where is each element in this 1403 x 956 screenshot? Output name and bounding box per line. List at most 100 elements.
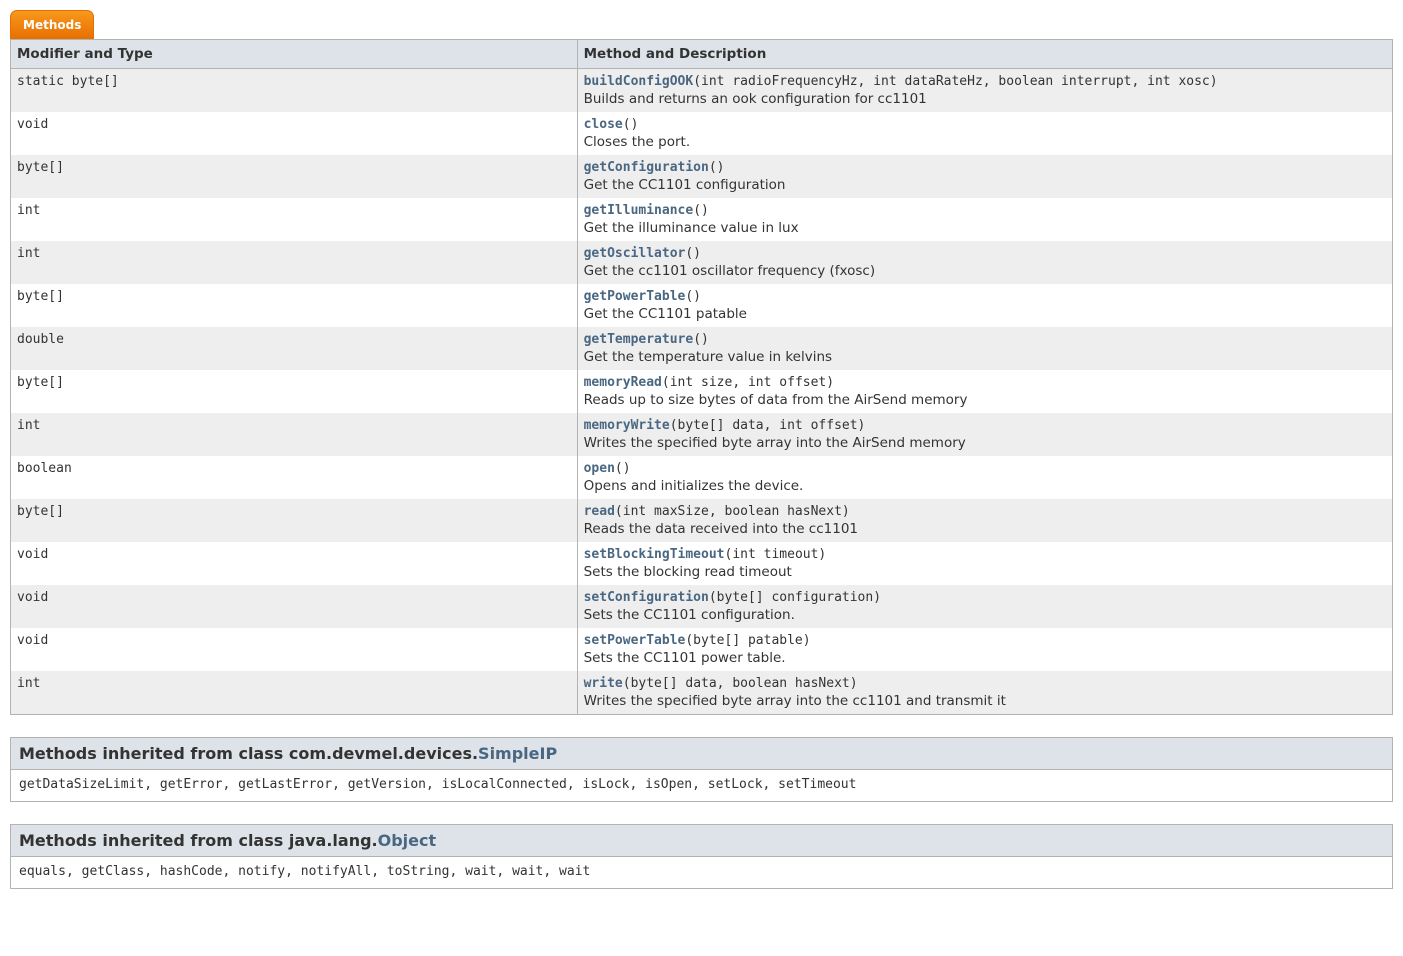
method-params: () — [623, 117, 639, 132]
method-link[interactable]: setBlockingTimeout — [584, 547, 725, 562]
modifier-cell: static byte[] — [11, 69, 578, 113]
method-link[interactable]: setPowerTable — [584, 633, 686, 648]
method-description: Get the illuminance value in lux — [584, 220, 1386, 236]
method-description: Writes the specified byte array into the… — [584, 693, 1386, 709]
inherited-methods-block: Methods inherited from class java.lang.O… — [10, 824, 1393, 889]
method-cell: getConfiguration() Get the CC1101 configu… — [577, 155, 1392, 198]
method-params: (byte[] data, boolean hasNext) — [623, 676, 858, 691]
modifier-text: byte[] — [17, 160, 64, 175]
method-params: (byte[] data, int offset) — [670, 418, 866, 433]
table-row: void setBlockingTimeout(int timeout) Sets … — [11, 542, 1393, 585]
method-params: (byte[] patable) — [685, 633, 810, 648]
inherited-heading: Methods inherited from class java.lang.O… — [11, 825, 1392, 857]
method-params: (byte[] configuration) — [709, 590, 881, 605]
table-row: intgetOscillator()Get the cc1101 oscilla… — [11, 241, 1393, 284]
table-row: void setPowerTable(byte[] patable) Sets th… — [11, 628, 1393, 671]
modifier-cell: boolean — [11, 456, 578, 499]
inherited-class-link[interactable]: SimpleIP — [478, 744, 557, 763]
modifier-cell: void — [11, 628, 578, 671]
method-description: Reads up to size bytes of data from the … — [584, 392, 1386, 408]
method-cell: setConfiguration(byte[] configuration) Se… — [577, 585, 1392, 628]
modifier-cell: void — [11, 112, 578, 155]
modifier-text: void — [17, 590, 48, 605]
method-description: Opens and initializes the device. — [584, 478, 1386, 494]
method-cell: setPowerTable(byte[] patable) Sets the CC… — [577, 628, 1392, 671]
modifier-cell: int — [11, 671, 578, 715]
method-params: () — [615, 461, 631, 476]
method-link[interactable]: write — [584, 676, 623, 691]
method-description: Get the cc1101 oscillator frequency (fxo… — [584, 263, 1386, 279]
inherited-class-link[interactable]: Object — [378, 831, 437, 850]
col-header-modifier: Modifier and Type — [11, 40, 578, 69]
method-cell: close()Closes the port. — [577, 112, 1392, 155]
method-cell: read(int maxSize, boolean hasNext)Reads … — [577, 499, 1392, 542]
method-link[interactable]: memoryWrite — [584, 418, 670, 433]
modifier-text: int — [17, 676, 40, 691]
method-link[interactable]: setConfiguration — [584, 590, 709, 605]
method-description: Builds and returns an ook configuration … — [584, 91, 1386, 107]
method-cell: setBlockingTimeout(int timeout) Sets the … — [577, 542, 1392, 585]
modifier-text: byte[] — [17, 375, 64, 390]
method-description: Sets the blocking read timeout — [584, 564, 1386, 580]
method-cell: getTemperature() Get the temperature valu… — [577, 327, 1392, 370]
method-link[interactable]: getIlluminance — [584, 203, 694, 218]
method-params: () — [709, 160, 725, 175]
inherited-heading-prefix: Methods inherited from class java.lang. — [19, 831, 378, 850]
method-params: () — [693, 203, 709, 218]
method-link[interactable]: buildConfigOOK — [584, 74, 694, 89]
modifier-cell: void — [11, 542, 578, 585]
table-row: boolean open() Opens and initializes the d… — [11, 456, 1393, 499]
modifier-text: byte[] — [17, 504, 64, 519]
modifier-text: void — [17, 117, 48, 132]
method-link[interactable]: memoryRead — [584, 375, 662, 390]
methods-tab[interactable]: Methods — [10, 10, 94, 39]
method-params: (int timeout) — [725, 547, 827, 562]
modifier-cell: void — [11, 585, 578, 628]
table-row: static byte[] buildConfigOOK(int radioFre… — [11, 69, 1393, 113]
modifier-text: int — [17, 246, 40, 261]
col-header-method: Method and Description — [577, 40, 1392, 69]
method-description: Get the CC1101 configuration — [584, 177, 1386, 193]
method-description: Sets the CC1101 power table. — [584, 650, 1386, 666]
method-params: (int radioFrequencyHz, int dataRateHz, b… — [693, 74, 1217, 89]
method-params: (int maxSize, boolean hasNext) — [615, 504, 850, 519]
table-row: intgetIlluminance()Get the illuminance v… — [11, 198, 1393, 241]
modifier-text: byte[] — [17, 289, 64, 304]
modifier-text: double — [17, 332, 64, 347]
method-link[interactable]: close — [584, 117, 623, 132]
table-row: void close()Closes the port. — [11, 112, 1393, 155]
modifier-text: boolean — [17, 461, 72, 476]
table-row: void setConfiguration(byte[] configuratio… — [11, 585, 1393, 628]
modifier-cell: byte[] — [11, 370, 578, 413]
modifier-text: static byte[] — [17, 74, 119, 89]
table-row: byte[] getPowerTable()Get the CC1101 pata… — [11, 284, 1393, 327]
modifier-cell: double — [11, 327, 578, 370]
method-link[interactable]: getOscillator — [584, 246, 686, 261]
method-link[interactable]: getConfiguration — [584, 160, 709, 175]
method-link[interactable]: read — [584, 504, 615, 519]
table-row: int write(byte[] data, boolean hasNext) Wr… — [11, 671, 1393, 715]
method-description: Get the temperature value in kelvins — [584, 349, 1386, 365]
method-cell: open() Opens and initializes the device. — [577, 456, 1392, 499]
table-row: intmemoryWrite(byte[] data, int offset)W… — [11, 413, 1393, 456]
inherited-methods-block: Methods inherited from class com.devmel.… — [10, 737, 1393, 802]
table-row: double getTemperature() Get the temperatur… — [11, 327, 1393, 370]
method-description: Sets the CC1101 configuration. — [584, 607, 1386, 623]
method-link[interactable]: getPowerTable — [584, 289, 686, 304]
method-cell: buildConfigOOK(int radioFrequencyHz, int… — [577, 69, 1392, 113]
method-cell: getIlluminance() Get the illuminance valu… — [577, 198, 1392, 241]
method-link[interactable]: getTemperature — [584, 332, 694, 347]
inherited-heading-prefix: Methods inherited from class com.devmel.… — [19, 744, 478, 763]
modifier-cell: byte[] — [11, 155, 578, 198]
modifier-text: void — [17, 633, 48, 648]
method-cell: memoryWrite(byte[] data, int offset)Writ… — [577, 413, 1392, 456]
modifier-cell: byte[] — [11, 284, 578, 327]
method-params: () — [693, 332, 709, 347]
modifier-text: void — [17, 547, 48, 562]
method-link[interactable]: open — [584, 461, 615, 476]
method-params: (int size, int offset) — [662, 375, 834, 390]
modifier-cell: int — [11, 241, 578, 284]
inherited-heading: Methods inherited from class com.devmel.… — [11, 738, 1392, 770]
methods-table: Modifier and Type Method and Description… — [10, 39, 1393, 715]
method-cell: getPowerTable()Get the CC1101 patable — [577, 284, 1392, 327]
